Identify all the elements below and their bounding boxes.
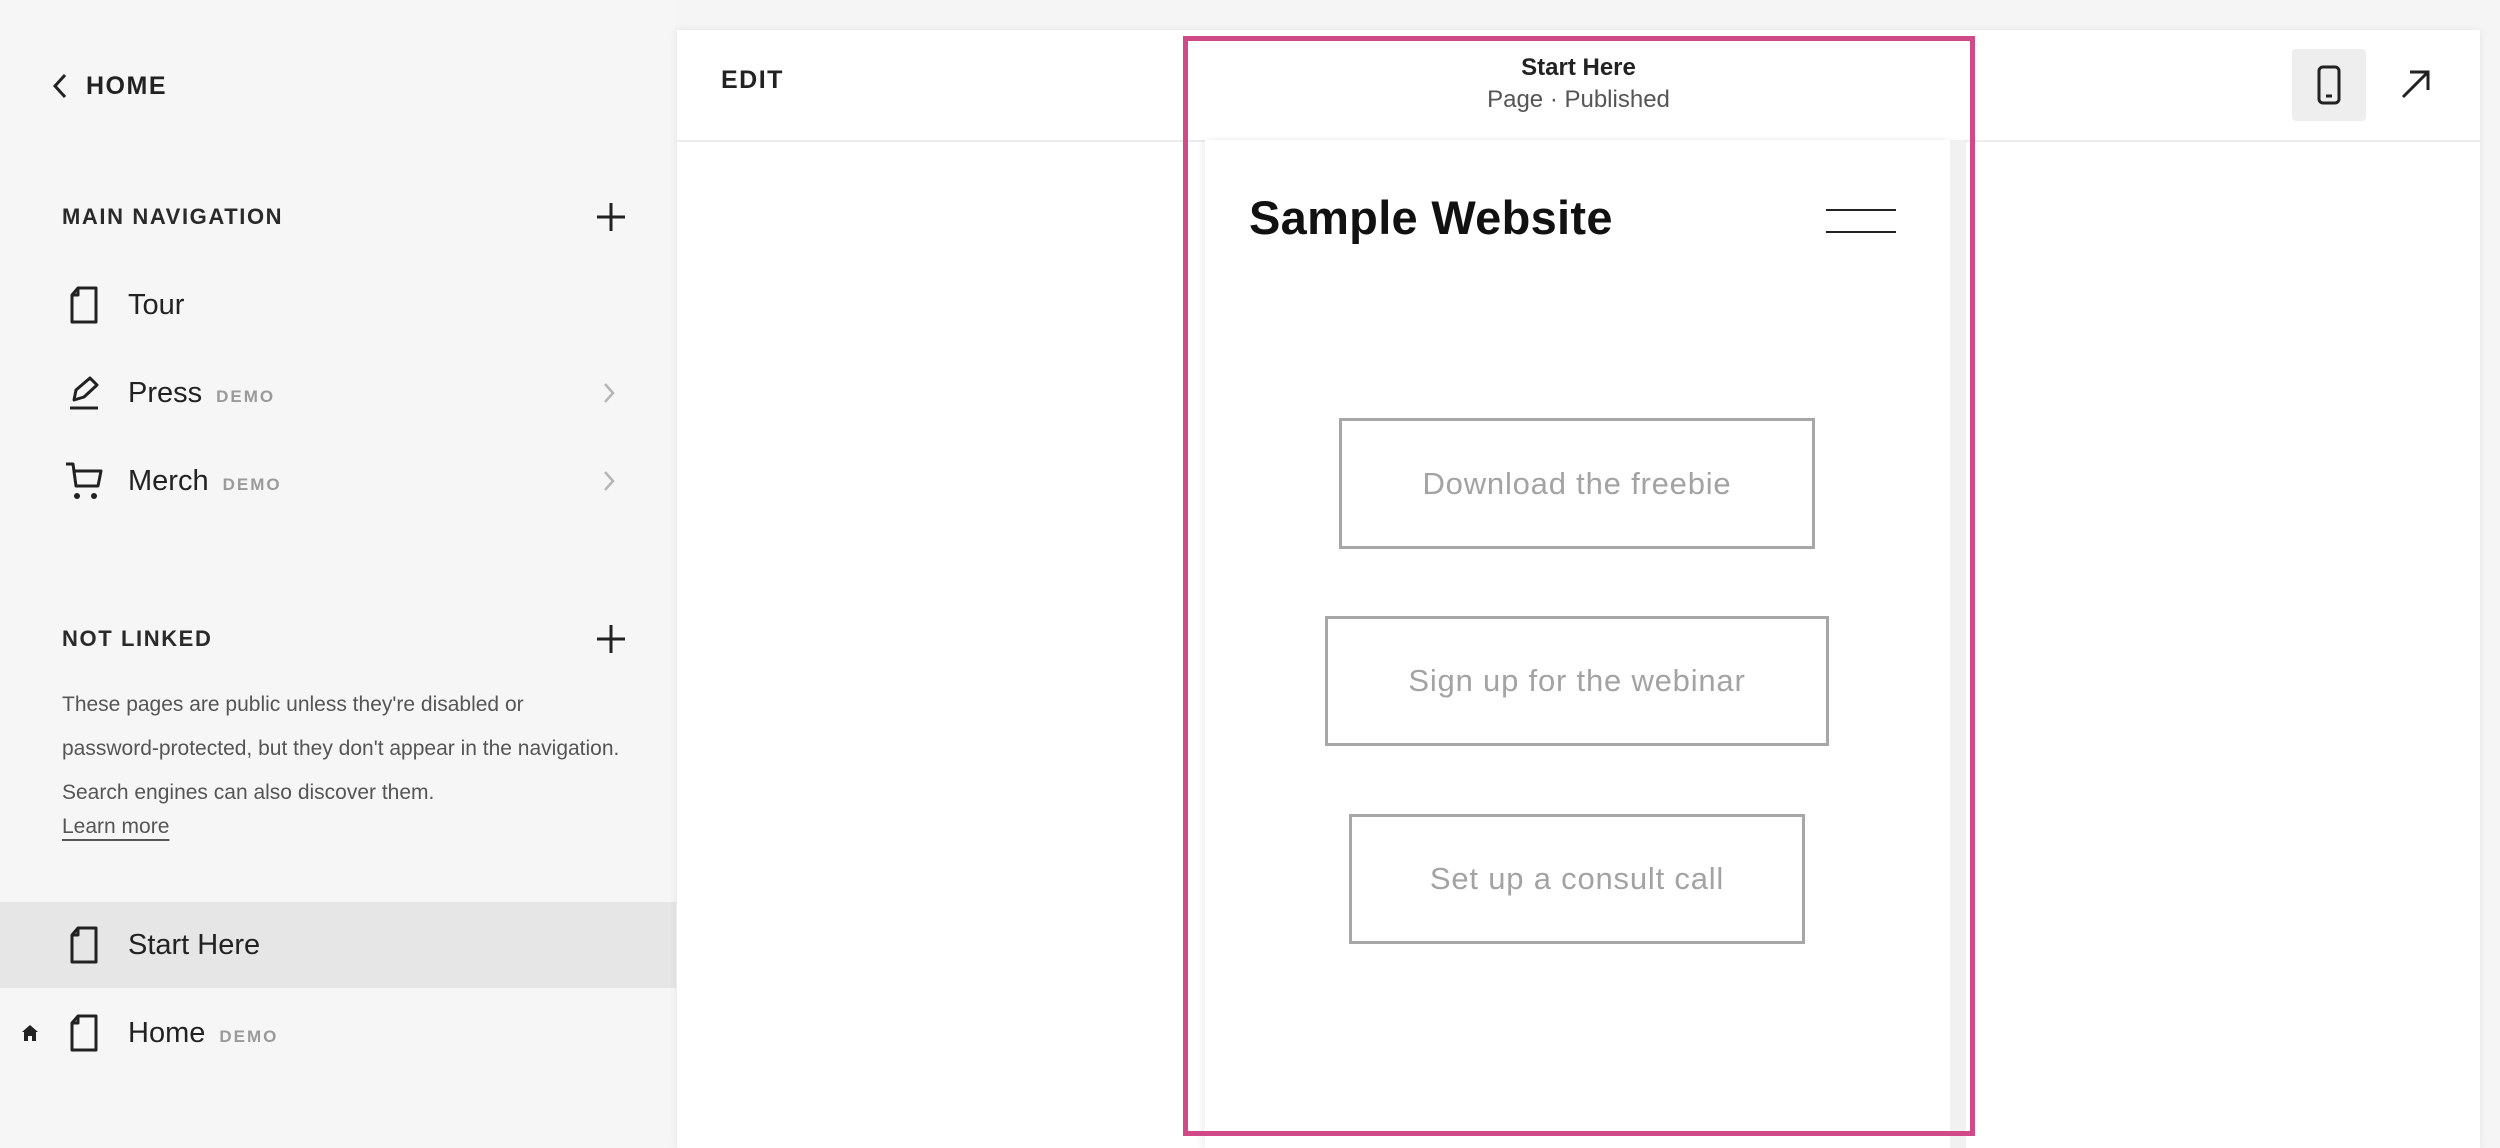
nav-item-merch-text: Merch [128,464,209,497]
chevron-right-icon [604,383,615,403]
nav-item-press-text: Press [128,376,203,409]
back-home-link[interactable]: HOME [50,64,167,108]
learn-more-link[interactable]: Learn more [62,815,169,839]
back-home-label: HOME [86,71,167,100]
webinar-signup-button[interactable]: Sign up for the webinar [1325,616,1829,746]
nav-item-press[interactable]: Press DEMO [0,350,676,436]
nav-item-start-here-text: Start Here [128,928,261,961]
demo-tag: DEMO [219,1026,279,1046]
not-linked-description: These pages are public unless they're di… [62,693,620,804]
page-status: Page · Published [1487,86,1670,113]
page-title: Start Here [1521,54,1636,81]
nav-item-home[interactable]: Home DEMO [0,990,676,1076]
open-site-button[interactable] [2391,59,2441,109]
nav-item-merch[interactable]: Merch DEMO [0,438,676,524]
nav-item-start-here[interactable]: Start Here [0,902,676,988]
page-icon [64,1013,104,1053]
arrow-up-right-icon [2401,70,2430,99]
nav-item-label: Merch DEMO [128,465,282,498]
nav-item-label: Home DEMO [128,1017,278,1050]
mobile-device-icon [2317,65,2341,105]
download-freebie-button[interactable]: Download the freebie [1339,418,1815,549]
main-navigation-title: MAIN NAVIGATION [62,204,284,229]
demo-tag: DEMO [216,386,276,406]
press-pen-icon [64,373,104,413]
mobile-preview-button[interactable] [2292,49,2366,121]
page-icon [64,925,104,965]
nav-item-label: Press DEMO [128,377,275,410]
consult-call-button[interactable]: Set up a consult call [1349,814,1805,944]
nav-item-home-text: Home [128,1016,206,1049]
nav-item-tour-text: Tour [128,288,185,321]
nav-item-label: Tour [128,289,184,322]
not-linked-header: NOT LINKED [62,617,628,661]
site-title[interactable]: Sample Website [1249,190,1613,245]
demo-tag: DEMO [222,474,282,494]
not-linked-title: NOT LINKED [62,626,213,651]
page-icon [64,285,104,325]
sidebar: HOME MAIN NAVIGATION Tour Press DEMO Mer… [0,0,676,1148]
plus-icon[interactable] [594,200,628,234]
top-bar: EDIT Start Here Page · Published [677,30,2480,142]
plus-icon[interactable] [594,622,628,656]
chevron-left-icon [52,73,67,99]
nav-item-tour[interactable]: Tour [0,262,676,348]
nav-item-label: Start Here [128,929,260,962]
main-navigation-header: MAIN NAVIGATION [62,195,628,239]
preview-edge [1950,140,1966,1148]
home-icon [22,1025,38,1041]
chevron-right-icon [604,471,615,491]
hamburger-menu-icon[interactable] [1826,206,1896,236]
cart-icon [64,461,104,501]
